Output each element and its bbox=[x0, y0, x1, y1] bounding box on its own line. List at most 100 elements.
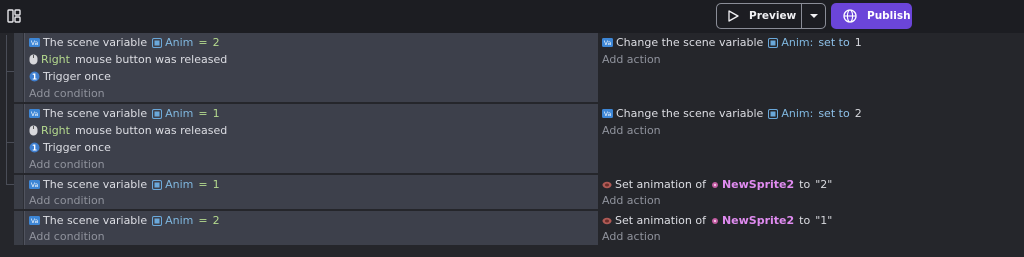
action-value: "1" bbox=[815, 214, 833, 227]
svg-text:1: 1 bbox=[32, 72, 37, 81]
condition-text: mouse button was released bbox=[74, 124, 228, 137]
conditions-block: Va The scene variable Anim = 1 Add condi… bbox=[24, 175, 598, 209]
scene-variable-icon bbox=[768, 108, 779, 119]
mouse-button-name: Right bbox=[41, 53, 70, 66]
action-text: Change the scene variable bbox=[616, 36, 764, 49]
action-value: 1 bbox=[854, 36, 862, 49]
action-value: "2" bbox=[815, 178, 833, 191]
conditions-block: Va The scene variable Anim = 2 Add condi… bbox=[24, 211, 598, 245]
actions-block: Va Change the scene variable Anim: set t… bbox=[598, 104, 1024, 173]
condition-text: The scene variable bbox=[43, 36, 148, 49]
to-text: to bbox=[799, 178, 811, 191]
event-row[interactable]: Va The scene variable Anim = 1 Right mou… bbox=[14, 104, 1024, 173]
event-row[interactable]: Va The scene variable Anim = 2 Right mou… bbox=[14, 33, 1024, 102]
variable-name: Anim bbox=[165, 107, 194, 120]
event-row[interactable]: Va The scene variable Anim = 1 Add condi… bbox=[14, 175, 1024, 209]
svg-text:1: 1 bbox=[32, 143, 37, 152]
condition-text: The scene variable bbox=[43, 178, 148, 191]
sprite-icon bbox=[711, 217, 718, 224]
operator: set to bbox=[818, 107, 850, 120]
condition-value: 1 bbox=[212, 178, 220, 191]
condition-value: 2 bbox=[212, 214, 220, 227]
play-icon bbox=[728, 10, 739, 22]
actions-block: Va Change the scene variable Anim: set t… bbox=[598, 33, 1024, 102]
mouse-icon bbox=[29, 125, 38, 136]
add-action-button[interactable]: Add action bbox=[602, 228, 661, 245]
toolbar: Preview Publish bbox=[0, 0, 1024, 33]
condition-trigger-once[interactable]: 1 Trigger once bbox=[29, 68, 111, 85]
variable-icon: Va bbox=[29, 180, 40, 189]
condition-mouse-released[interactable]: Right mouse button was released bbox=[29, 122, 227, 139]
variable-name: Anim bbox=[781, 36, 810, 49]
svg-text:Va: Va bbox=[31, 40, 39, 47]
event-drag-handle[interactable] bbox=[14, 104, 24, 173]
panel-layout-icon[interactable] bbox=[7, 9, 21, 23]
condition-scene-variable[interactable]: Va The scene variable Anim = 1 bbox=[29, 105, 220, 122]
scene-variable-icon bbox=[152, 37, 163, 48]
actions-block: Set animation of NewSprite2 to "2" Add a… bbox=[598, 175, 1024, 209]
preview-label: Preview bbox=[749, 10, 797, 22]
action-text: Set animation of bbox=[615, 214, 706, 227]
svg-text:Va: Va bbox=[31, 218, 39, 225]
event-sheet: Va The scene variable Anim = 2 Right mou… bbox=[0, 33, 1024, 257]
condition-scene-variable[interactable]: Va The scene variable Anim = 1 bbox=[29, 176, 220, 193]
publish-button[interactable]: Publish bbox=[831, 3, 912, 29]
condition-value: 1 bbox=[212, 107, 220, 120]
condition-scene-variable[interactable]: Va The scene variable Anim = 2 bbox=[29, 34, 220, 51]
variable-icon: Va bbox=[29, 38, 40, 47]
action-set-animation[interactable]: Set animation of NewSprite2 to "1" bbox=[602, 212, 832, 229]
preview-button[interactable]: Preview bbox=[717, 4, 801, 28]
tree-branch bbox=[6, 142, 14, 143]
event-row[interactable]: Va The scene variable Anim = 2 Add condi… bbox=[14, 211, 1024, 245]
trigger-once-icon: 1 bbox=[29, 142, 40, 153]
animation-icon bbox=[602, 181, 612, 188]
add-action-button[interactable]: Add action bbox=[602, 51, 661, 68]
event-drag-handle[interactable] bbox=[14, 175, 24, 209]
variable-name: Anim bbox=[165, 36, 194, 49]
event-drag-handle[interactable] bbox=[14, 211, 24, 245]
variable-icon: Va bbox=[602, 38, 613, 47]
scene-variable-icon bbox=[768, 37, 779, 48]
preview-options-button[interactable] bbox=[802, 4, 825, 28]
add-condition-button[interactable]: Add condition bbox=[29, 228, 105, 245]
animation-icon bbox=[602, 217, 612, 224]
action-change-variable[interactable]: Va Change the scene variable Anim: set t… bbox=[602, 105, 862, 122]
operator: set to bbox=[818, 36, 850, 49]
tree-line bbox=[6, 35, 7, 185]
scene-variable-icon bbox=[152, 108, 163, 119]
variable-icon: Va bbox=[29, 109, 40, 118]
preview-button-group: Preview bbox=[716, 3, 826, 29]
scene-variable-icon bbox=[152, 215, 163, 226]
object-name: NewSprite2 bbox=[721, 178, 795, 191]
condition-text: The scene variable bbox=[43, 214, 148, 227]
tree-branch bbox=[6, 71, 14, 72]
condition-text: Trigger once bbox=[43, 70, 111, 83]
conditions-block: Va The scene variable Anim = 2 Right mou… bbox=[24, 33, 598, 102]
actions-block: Set animation of NewSprite2 to "1" Add a… bbox=[598, 211, 1024, 245]
variable-name: Anim bbox=[165, 214, 194, 227]
svg-text:Va: Va bbox=[604, 111, 612, 118]
add-condition-button[interactable]: Add condition bbox=[29, 192, 105, 209]
operator: = bbox=[198, 107, 208, 120]
add-action-button[interactable]: Add action bbox=[602, 122, 661, 139]
operator: = bbox=[198, 36, 208, 49]
object-name: NewSprite2 bbox=[721, 214, 795, 227]
chevron-down-icon bbox=[809, 14, 818, 18]
operator: = bbox=[198, 178, 208, 191]
action-change-variable[interactable]: Va Change the scene variable Anim: set t… bbox=[602, 34, 862, 51]
condition-scene-variable[interactable]: Va The scene variable Anim = 2 bbox=[29, 212, 220, 229]
globe-icon bbox=[843, 9, 857, 23]
condition-trigger-once[interactable]: 1 Trigger once bbox=[29, 139, 111, 156]
condition-text: mouse button was released bbox=[74, 53, 228, 66]
event-drag-handle[interactable] bbox=[14, 33, 24, 102]
condition-mouse-released[interactable]: Right mouse button was released bbox=[29, 51, 227, 68]
trigger-once-icon: 1 bbox=[29, 71, 40, 82]
svg-text:Va: Va bbox=[31, 182, 39, 189]
add-condition-button[interactable]: Add condition bbox=[29, 156, 105, 173]
action-set-animation[interactable]: Set animation of NewSprite2 to "2" bbox=[602, 176, 832, 193]
mouse-icon bbox=[29, 54, 38, 65]
add-action-button[interactable]: Add action bbox=[602, 192, 661, 209]
add-condition-button[interactable]: Add condition bbox=[29, 85, 105, 102]
condition-text: The scene variable bbox=[43, 107, 148, 120]
variable-icon: Va bbox=[602, 109, 613, 118]
